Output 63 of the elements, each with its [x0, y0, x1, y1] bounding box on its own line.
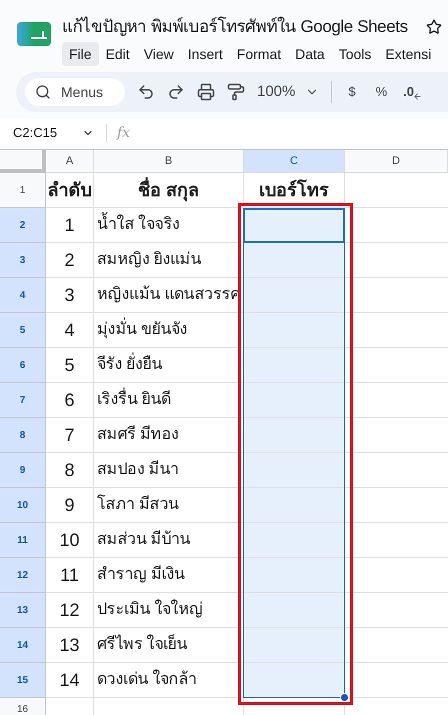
star-icon[interactable]	[426, 19, 442, 35]
fill-handle[interactable]	[340, 693, 349, 702]
row-header[interactable]: 6	[0, 348, 46, 383]
table-cell: 3	[46, 278, 94, 313]
table-cell: 13	[46, 628, 94, 663]
fx-label: fx	[117, 124, 130, 142]
row-header[interactable]: 4	[0, 278, 46, 313]
column-header[interactable]: B	[94, 150, 244, 173]
currency-button[interactable]: $	[344, 82, 360, 102]
zoom-select[interactable]: 100%	[257, 80, 320, 104]
menu-item[interactable]: File	[62, 42, 99, 66]
document-title[interactable]: แก้ไขปัญหา พิมพ์เบอร์โทรศัพท์ใน Google Sheets	[62, 14, 408, 40]
row-header[interactable]: 12	[0, 558, 46, 593]
name-box[interactable]: C2:C15	[0, 123, 100, 143]
table-cell: 4	[46, 313, 94, 348]
search-icon	[35, 84, 51, 100]
table-cell: 12	[46, 593, 94, 628]
table-cell: 5	[46, 348, 94, 383]
row-header[interactable]: 1	[0, 173, 46, 208]
row-header[interactable]: 9	[0, 453, 46, 488]
row-header[interactable]: 10	[0, 488, 46, 523]
percent-button[interactable]: %	[372, 82, 392, 102]
row-header[interactable]: 7	[0, 383, 46, 418]
menu-item[interactable]: Format	[230, 42, 288, 66]
row-header[interactable]: 5	[0, 313, 46, 348]
row-header[interactable]: 15	[0, 663, 46, 698]
undo-icon[interactable]	[137, 83, 155, 101]
menu-item[interactable]: Tools	[332, 42, 378, 66]
table-cell: 8	[46, 453, 94, 488]
print-icon[interactable]	[197, 83, 215, 101]
table-cell: 9	[46, 488, 94, 523]
table-cell: 1	[46, 208, 94, 243]
row-header[interactable]: 13	[0, 593, 46, 628]
column-header[interactable]: D	[345, 150, 448, 173]
row-header[interactable]: 11	[0, 523, 46, 558]
menu-item[interactable]: Insert	[180, 42, 230, 66]
table-cell: 2	[46, 243, 94, 278]
table-cell: ลำดับ	[46, 173, 94, 208]
row-header[interactable]: 8	[0, 418, 46, 453]
table-cell: น้ำใส ใจจริง	[94, 208, 244, 243]
column-header[interactable]: A	[46, 150, 94, 173]
table-cell: 11	[46, 558, 94, 593]
menu-item[interactable]: Edit	[98, 42, 137, 66]
row-header[interactable]: 16	[0, 698, 46, 715]
redo-icon[interactable]	[167, 83, 185, 101]
decrease-decimal-button[interactable]: .0	[403, 82, 418, 102]
corner-cell[interactable]	[0, 150, 46, 173]
table-cell: 7	[46, 418, 94, 453]
table-cell: 14	[46, 663, 94, 698]
row-header[interactable]: 2	[0, 208, 46, 243]
menu-item[interactable]: Data	[288, 42, 332, 66]
search-menus-button[interactable]: Menus	[25, 78, 125, 106]
table-cell: 6	[46, 383, 94, 418]
sheets-logo-icon[interactable]	[17, 22, 51, 46]
row-header[interactable]: 3	[0, 243, 46, 278]
column-header[interactable]: C	[244, 150, 345, 173]
menu-item[interactable]: Extensi	[378, 42, 438, 66]
paint-format-icon[interactable]	[227, 83, 245, 101]
row-header[interactable]: 14	[0, 628, 46, 663]
menu-item[interactable]: View	[136, 42, 181, 66]
table-cell: 10	[46, 523, 94, 558]
table-cell: ชื่อ สกุล	[94, 173, 244, 208]
table-cell: เบอร์โทร	[244, 173, 345, 208]
